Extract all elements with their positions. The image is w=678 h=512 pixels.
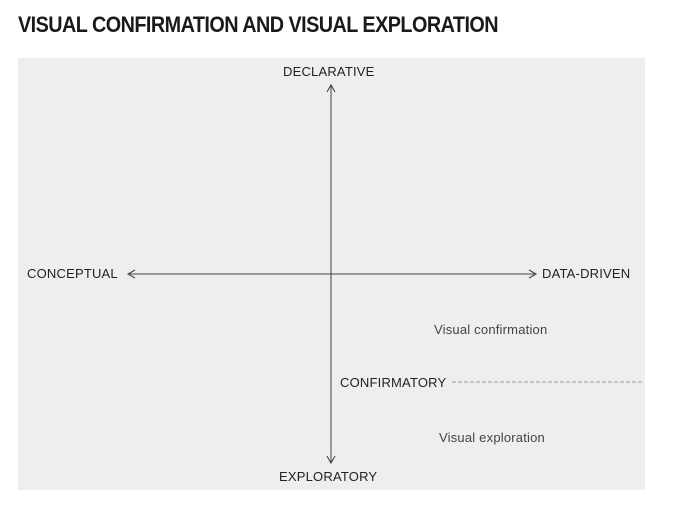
axis-label-bottom: EXPLORATORY (279, 469, 378, 484)
quadrant-diagram: DECLARATIVE EXPLORATORY CONCEPTUAL DATA-… (18, 58, 645, 490)
region-label-exploration: Visual exploration (439, 430, 545, 445)
axis-label-top: DECLARATIVE (283, 64, 375, 79)
axis-label-left: CONCEPTUAL (27, 266, 118, 281)
axis-label-right: DATA-DRIVEN (542, 266, 631, 281)
page-title: VISUAL CONFIRMATION AND VISUAL EXPLORATI… (18, 12, 499, 37)
divider-label: CONFIRMATORY (340, 375, 447, 390)
region-label-confirmation: Visual confirmation (434, 322, 548, 337)
